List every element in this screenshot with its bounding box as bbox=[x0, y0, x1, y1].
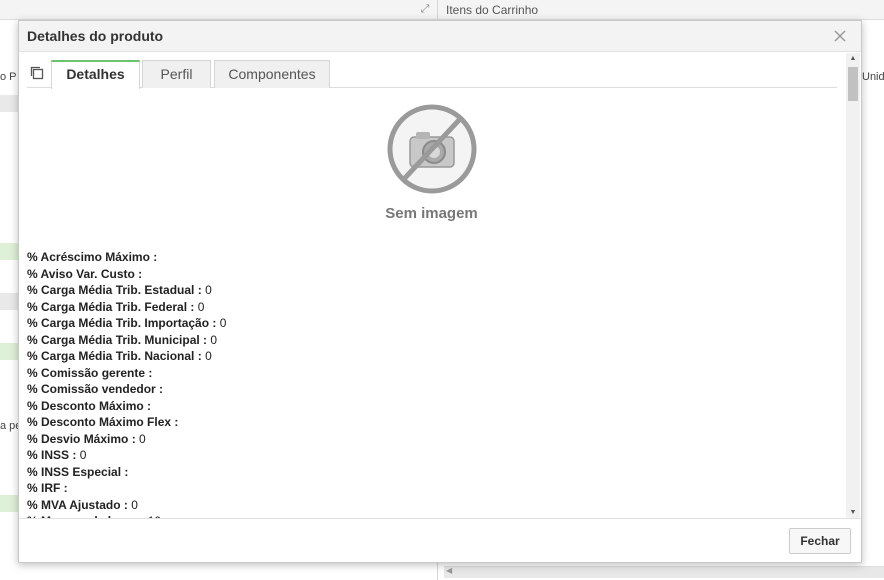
tab-bar: Detalhes Perfil Componentes bbox=[27, 59, 837, 89]
background-row bbox=[0, 343, 20, 360]
copy-icon[interactable] bbox=[29, 65, 45, 81]
property-row: % MVA Ajustado : 0 bbox=[27, 497, 727, 514]
property-row: % INSS Especial : bbox=[27, 464, 727, 481]
property-value: 0 bbox=[210, 332, 218, 347]
close-icon bbox=[834, 30, 846, 42]
property-key: % Carga Média Trib. Municipal : bbox=[27, 332, 208, 347]
property-key: % Acréscimo Máximo : bbox=[27, 250, 158, 264]
background-row bbox=[0, 95, 20, 112]
property-key: % Desconto Máximo : bbox=[27, 398, 152, 413]
background-unit-header: Unid bbox=[862, 71, 884, 83]
property-key: % INSS Especial : bbox=[27, 464, 129, 479]
property-value: 0 bbox=[219, 316, 227, 330]
property-key: % Carga Média Trib. Importação : bbox=[27, 316, 217, 330]
modal-footer: Fechar bbox=[19, 518, 861, 562]
no-image-camera-icon bbox=[387, 104, 476, 194]
background-row bbox=[0, 243, 20, 260]
background-horizontal-scrollbar[interactable] bbox=[444, 566, 884, 578]
tab-componentes[interactable]: Componentes bbox=[214, 60, 330, 88]
modal-title: Detalhes do produto bbox=[27, 28, 164, 44]
details-content: Sem imagem % Acréscimo Máximo : % Aviso … bbox=[19, 91, 847, 519]
no-image-label: Sem imagem bbox=[385, 205, 478, 222]
content-vertical-scrollbar[interactable]: ▲ ▼ bbox=[846, 53, 860, 519]
product-details-modal: Detalhes do produto Detalhes Perfil Comp… bbox=[18, 20, 862, 563]
tab-perfil[interactable]: Perfil bbox=[142, 60, 211, 88]
background-column-header: o P bbox=[0, 71, 17, 83]
property-key: % Aviso Var. Custo : bbox=[27, 266, 143, 281]
close-button[interactable] bbox=[833, 26, 851, 46]
property-row: % Carga Média Trib. Nacional : 0 bbox=[27, 348, 727, 365]
property-row: % Carga Média Trib. Federal : 0 bbox=[27, 299, 727, 316]
property-value: 0 bbox=[205, 283, 212, 297]
property-row: % INSS : 0 bbox=[27, 447, 727, 464]
property-row: % Comissão vendedor : bbox=[27, 381, 727, 398]
scrollbar-thumb[interactable] bbox=[848, 67, 858, 101]
property-row: % Carga Média Trib. Municipal : 0 bbox=[27, 332, 727, 349]
product-image-placeholder: Sem imagem bbox=[379, 103, 484, 238]
property-key: % Carga Média Trib. Nacional : bbox=[27, 349, 202, 363]
background-row bbox=[0, 495, 20, 512]
property-row: % Desvio Máximo : 0 bbox=[27, 431, 727, 448]
property-row: % Desconto Máximo Flex : bbox=[27, 414, 727, 431]
property-value: 0 bbox=[79, 448, 87, 462]
property-key: % IRF : bbox=[27, 481, 68, 495]
property-key: % Carga Média Trib. Federal : bbox=[27, 299, 195, 314]
property-key: % Carga Média Trib. Estadual : bbox=[27, 283, 202, 297]
property-value: 0 bbox=[197, 299, 205, 314]
property-row: % Acréscimo Máximo : bbox=[27, 249, 727, 266]
property-row: % IRF : bbox=[27, 480, 727, 497]
expand-icon[interactable]: ⤢ bbox=[418, 2, 432, 16]
property-row: % Carga Média Trib. Estadual : 0 bbox=[27, 282, 727, 299]
scroll-left-icon[interactable]: ◀ bbox=[446, 566, 452, 575]
close-dialog-button[interactable]: Fechar bbox=[789, 528, 851, 554]
tab-detalhes[interactable]: Detalhes bbox=[51, 60, 140, 89]
background-row bbox=[0, 293, 20, 310]
scroll-up-icon[interactable]: ▲ bbox=[846, 53, 860, 65]
property-key: % MVA Ajustado : bbox=[27, 497, 128, 512]
property-row: % Aviso Var. Custo : bbox=[27, 266, 727, 283]
property-key: % Desconto Máximo Flex : bbox=[27, 415, 179, 429]
property-key: % Comissão gerente : bbox=[27, 365, 153, 380]
background-top-bar bbox=[0, 0, 884, 20]
property-row: % Desconto Máximo : bbox=[27, 398, 727, 415]
property-key: % Desvio Máximo : bbox=[27, 431, 136, 446]
property-value: 0 bbox=[139, 431, 146, 446]
property-value: 0 bbox=[205, 349, 212, 363]
property-row: % Carga Média Trib. Importação : 0 bbox=[27, 315, 727, 332]
property-row: % Comissão gerente : bbox=[27, 365, 727, 382]
modal-header: Detalhes do produto bbox=[19, 21, 861, 52]
cart-panel-title: Itens do Carrinho bbox=[446, 3, 539, 17]
properties-list: % Acréscimo Máximo : % Aviso Var. Custo … bbox=[27, 249, 727, 519]
property-value: 0 bbox=[131, 497, 138, 512]
property-key: % Comissão vendedor : bbox=[27, 382, 164, 396]
property-key: % INSS : bbox=[27, 448, 77, 462]
